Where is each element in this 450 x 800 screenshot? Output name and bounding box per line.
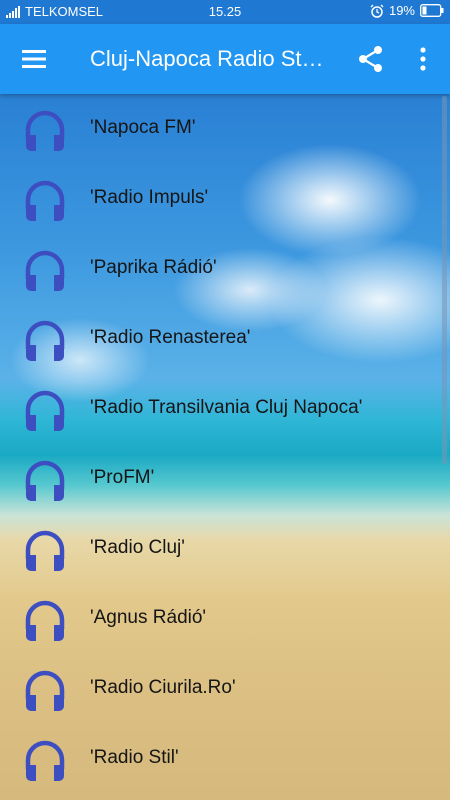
alarm-icon	[370, 4, 384, 18]
status-right: 19%	[370, 3, 444, 18]
hamburger-menu-icon[interactable]	[20, 44, 50, 74]
station-name: 'Radio Renasterea'	[90, 327, 251, 348]
headphones-icon	[25, 390, 65, 431]
station-name: 'Radio Ciurila.Ro'	[90, 677, 236, 698]
station-name: 'Radio Stil'	[90, 747, 179, 768]
headphones-icon	[25, 530, 65, 571]
headphones-icon	[25, 320, 65, 361]
headphones-icon	[25, 460, 65, 501]
station-item[interactable]: 'ProFM'	[0, 444, 440, 514]
station-item[interactable]: 'Napoca FM'	[0, 94, 440, 164]
station-name: 'Radio Cluj'	[90, 537, 185, 558]
headphones-icon	[25, 740, 65, 781]
scrollbar[interactable]	[442, 96, 447, 464]
status-bar: TELKOMSEL 15.25 19%	[0, 0, 450, 24]
station-name: 'Radio Transilvania Cluj Napoca'	[90, 397, 363, 418]
headphones-icon	[25, 600, 65, 641]
headphones-icon	[25, 670, 65, 711]
station-item[interactable]: 'Paprika Rádió'	[0, 234, 440, 304]
app-bar: Cluj-Napoca Radio Stations	[0, 24, 450, 94]
station-name: 'ProFM'	[90, 467, 155, 488]
station-item[interactable]: 'Radio Ciurila.Ro'	[0, 654, 440, 724]
station-name: 'Agnus Rádió'	[90, 607, 207, 628]
headphones-icon	[25, 110, 65, 151]
battery-percent: 19%	[388, 3, 415, 18]
more-vertical-icon[interactable]	[410, 44, 436, 74]
station-name: 'Radio Impuls'	[90, 187, 209, 208]
station-item[interactable]: 'Radio Stil'	[0, 724, 440, 794]
station-item[interactable]: 'Radio Impuls'	[0, 164, 440, 234]
app-title: Cluj-Napoca Radio Stations	[90, 46, 330, 71]
station-item[interactable]: 'Radio Transilvania Cluj Napoca'	[0, 374, 440, 444]
headphones-icon	[25, 250, 65, 291]
battery-icon	[420, 4, 444, 17]
share-icon[interactable]	[356, 44, 386, 74]
station-item[interactable]: 'Radio Cluj'	[0, 514, 440, 584]
station-name: 'Paprika Rádió'	[90, 257, 217, 278]
station-item[interactable]: 'Radio Renasterea'	[0, 304, 440, 374]
headphones-icon	[25, 180, 65, 221]
station-item[interactable]: 'Agnus Rádió'	[0, 584, 440, 654]
station-name: 'Napoca FM'	[90, 117, 196, 138]
